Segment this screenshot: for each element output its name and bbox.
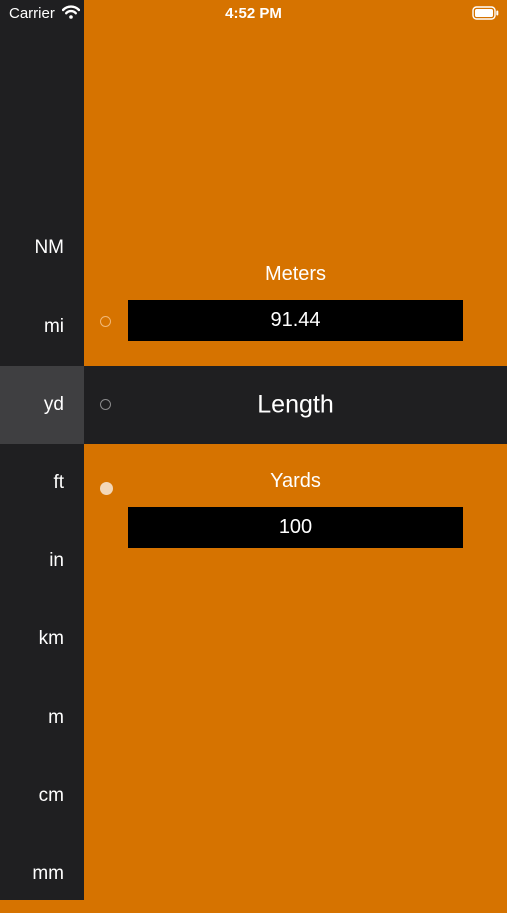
sidebar-item-m[interactable]: m [0,679,84,757]
sidebar-item-km[interactable]: km [0,600,84,678]
category-bar: Length [84,366,507,444]
sidebar-item-label: mi [43,316,64,337]
top-unit-value-field[interactable]: 91.44 [128,300,463,341]
sidebar-item-ft[interactable]: ft [0,444,84,522]
sidebar-item-label: yd [43,394,64,415]
sidebar-item-label: cm [38,785,64,806]
status-bar: Carrier 4:52 PM [0,0,507,28]
sidebar-item-cm[interactable]: cm [0,757,84,835]
bottom-unit-value-field[interactable]: 100 [128,507,463,548]
top-unit-label: Meters [264,263,327,285]
sidebar-item-in[interactable]: in [0,522,84,600]
category-title: Length [257,390,334,419]
bottom-unit-label: Yards [270,470,321,492]
sidebar-item-yd[interactable]: yd [0,366,84,444]
status-time: 4:52 PM [225,5,282,22]
top-unit-radio[interactable] [100,316,111,327]
sidebar-item-label: km [38,628,64,649]
sidebar-item-label: mm [32,863,64,884]
sidebar-item-label: m [48,707,64,728]
sidebar-item-mm[interactable]: mm [0,835,84,913]
sidebar-item-label: ft [53,472,64,493]
unit-sidebar: NM mi yd ft in km m cm mm [0,0,84,900]
sidebar-item-label: in [49,550,64,571]
sidebar-item-mi[interactable]: mi [0,288,84,366]
battery-icon [472,6,499,24]
sidebar-item-label: NM [34,237,64,258]
sidebar-item-nm[interactable]: NM [0,209,84,287]
